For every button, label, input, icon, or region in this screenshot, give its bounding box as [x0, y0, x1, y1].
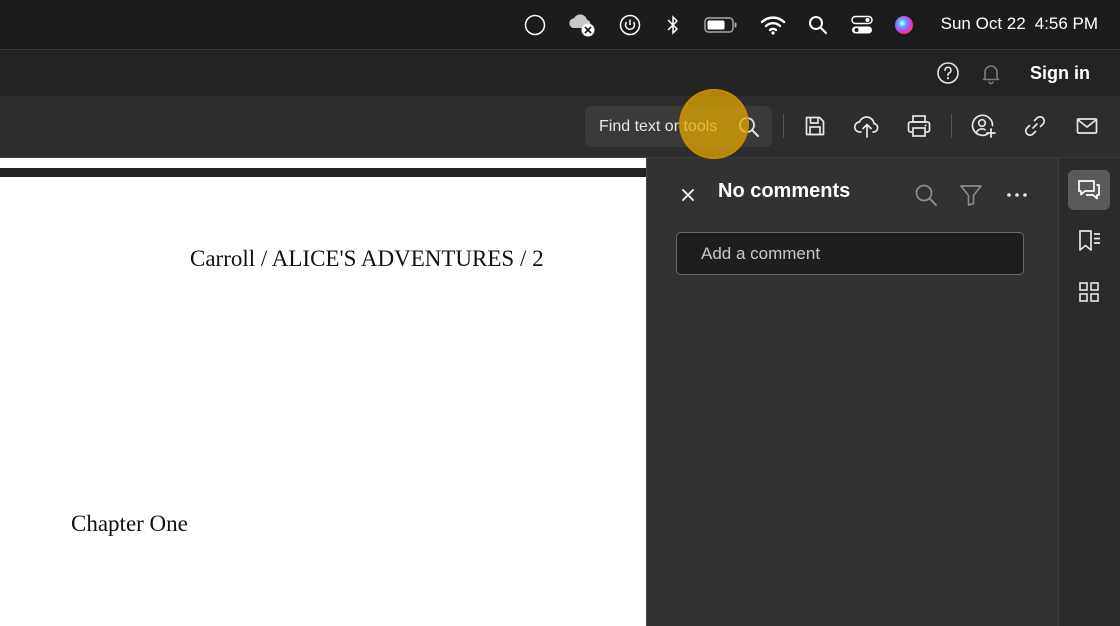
comments-icon[interactable]: [1068, 170, 1110, 210]
menu-bar: Sun Oct 22 4:56 PM: [0, 0, 1120, 50]
spotlight-search-icon[interactable]: [807, 0, 829, 50]
search-placeholder-text: Find text or tools: [599, 117, 718, 135]
app-title-bar: Sign in: [0, 51, 1120, 96]
main-toolbar: Find text or tools: [0, 96, 1120, 158]
battery-icon[interactable]: [703, 0, 739, 50]
page-top-border: [0, 168, 646, 177]
power-icon[interactable]: [618, 0, 642, 50]
email-icon[interactable]: [1072, 111, 1102, 141]
control-center-icon[interactable]: [850, 0, 874, 50]
chapter-heading: Chapter One: [71, 511, 188, 536]
icloud-disconnected-icon[interactable]: [566, 0, 598, 50]
comments-title: No comments: [718, 180, 851, 202]
thumbnails-grid-icon[interactable]: [1068, 272, 1110, 312]
close-icon[interactable]: [677, 184, 699, 206]
more-options-icon[interactable]: [1004, 182, 1030, 208]
find-text-or-tools-search[interactable]: Find text or tools: [585, 106, 772, 147]
right-tool-rail: [1058, 158, 1120, 626]
copy-link-icon[interactable]: [1020, 111, 1050, 141]
print-icon[interactable]: [904, 111, 934, 141]
cloud-upload-icon[interactable]: [852, 111, 882, 141]
comments-panel: No comments: [646, 158, 1058, 626]
save-icon[interactable]: [800, 111, 830, 141]
siri-icon[interactable]: [892, 0, 916, 50]
filter-icon[interactable]: [958, 182, 984, 208]
sign-in-button[interactable]: Sign in: [1022, 51, 1098, 96]
page-running-header: Carroll / ALICE'S ADVENTURES / 2: [190, 246, 544, 271]
add-comment-input[interactable]: [676, 232, 1024, 275]
document-viewer[interactable]: Carroll / ALICE'S ADVENTURES / 2 Chapter…: [0, 158, 646, 626]
search-comments-icon[interactable]: [913, 182, 939, 208]
bluetooth-icon[interactable]: [664, 0, 682, 50]
clock-time: 4:56 PM: [1034, 14, 1098, 33]
share-add-people-icon[interactable]: [968, 111, 998, 141]
wifi-icon[interactable]: [760, 0, 786, 50]
menu-bar-clock[interactable]: Sun Oct 22 4:56 PM: [941, 0, 1098, 48]
toolbar-divider: [783, 114, 784, 138]
bookmarks-icon[interactable]: [1068, 221, 1110, 261]
help-icon[interactable]: [936, 61, 960, 85]
focus-circle-icon[interactable]: [523, 0, 547, 50]
search-icon[interactable]: [737, 115, 761, 139]
notifications-bell-icon[interactable]: [979, 61, 1003, 85]
clock-date: Sun Oct 22: [940, 14, 1026, 33]
toolbar-divider: [951, 114, 952, 138]
